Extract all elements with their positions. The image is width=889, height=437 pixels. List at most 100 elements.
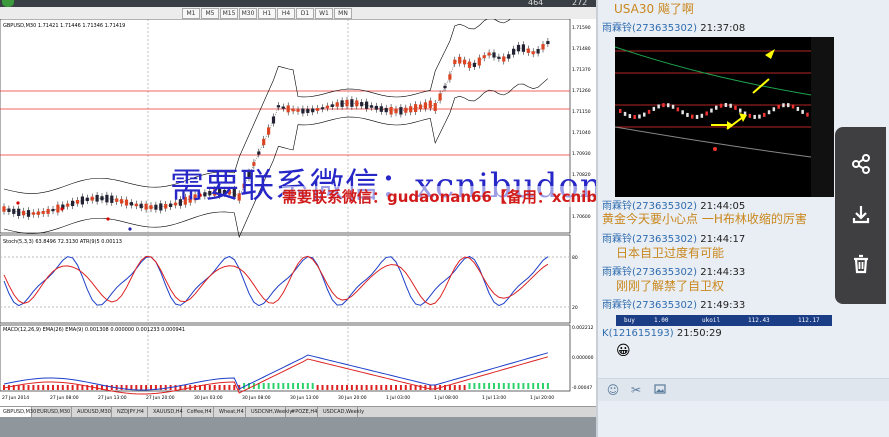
macd-histogram-bar: [326, 385, 329, 390]
price-axis-label: 1.70600: [572, 214, 591, 220]
candle-body: [360, 102, 364, 107]
thumb-candle: [671, 104, 675, 109]
macd-histogram-bar: [218, 385, 221, 390]
sender-link[interactable]: 雨霖铃: [602, 23, 632, 34]
timeframe-button-h4[interactable]: H4: [277, 8, 295, 19]
macd-histogram-bar: [419, 385, 422, 390]
share-icon[interactable]: [848, 153, 873, 178]
message-time: 21:50:29: [676, 328, 722, 339]
macd-histogram-bar: [262, 383, 265, 389]
macd-histogram-bar: [135, 385, 138, 390]
image-icon[interactable]: [653, 383, 667, 397]
thumb-candle: [638, 114, 641, 119]
chart-canvas: GBPUSD,M30 1.71421 1.71446 1.71346 1.714…: [0, 6, 594, 401]
timeframe-button-mn[interactable]: MN: [334, 8, 352, 19]
candle-body: [443, 85, 447, 89]
thumb-candle: [710, 108, 713, 113]
macd-histogram-bar: [297, 383, 299, 389]
price-panel-header: GBPUSD,M30 1.71421 1.71446 1.71346 1.714…: [3, 23, 125, 29]
thumb-candle: [719, 103, 723, 108]
candle-body: [51, 208, 55, 212]
candle-body: [477, 57, 481, 66]
thumb-candle: [748, 113, 752, 118]
time-axis-label: 1 Jul 13:00: [482, 395, 506, 401]
chart-tab[interactable]: USDCAD,Weekly: [320, 407, 364, 417]
macd-histogram-bar: [316, 385, 319, 390]
timeframe-button-h1[interactable]: H1: [258, 8, 276, 19]
qq-link[interactable]: 273635302: [636, 23, 693, 34]
shared-chart-image[interactable]: [614, 37, 834, 197]
candle-body: [394, 108, 398, 114]
chart-tab[interactable]: NZDJPY,H4: [114, 407, 148, 417]
timeframe-button-m1[interactable]: M1: [182, 8, 200, 19]
qq-link[interactable]: 273635302: [636, 300, 693, 311]
time-axis-label: 1 Jul 03:00: [386, 395, 410, 401]
thumb-candle: [676, 107, 680, 112]
candle-body: [502, 56, 506, 62]
emoji-icon: 😀: [616, 343, 631, 359]
stoch-panel-header: Stoch(5,3,3) 63.8496 72.3130 ATR(9)5 0.0…: [3, 239, 122, 245]
thumb-candle: [791, 104, 795, 109]
macd-histogram-bar: [468, 383, 471, 389]
candle-body: [453, 59, 457, 65]
chart-tab[interactable]: AUDUSD,M30: [74, 407, 112, 417]
chart-tab[interactable]: USDCNH,Weekly: [248, 407, 292, 417]
quote-price-1: 112.43: [748, 317, 770, 324]
scissors-icon[interactable]: ✂: [629, 383, 643, 397]
candle-body: [507, 54, 511, 59]
candle-body: [350, 99, 354, 107]
chart-tab[interactable]: EURUSD,M30: [34, 407, 72, 417]
candle-body: [105, 194, 109, 203]
trading-chart[interactable]: GBPUSD,M30 1.71421 1.71446 1.71346 1.714…: [0, 6, 596, 406]
macd-histogram-bar: [375, 385, 378, 390]
qq-link[interactable]: 273635302: [636, 201, 693, 212]
candle-body: [95, 194, 99, 202]
candle-body: [22, 210, 26, 216]
macd-histogram-bar: [120, 385, 123, 390]
thumb-background: [615, 37, 834, 197]
candle-body: [487, 52, 491, 56]
timeframe-button-d1[interactable]: D1: [296, 8, 314, 19]
sender-link[interactable]: 雨霖铃: [602, 201, 632, 212]
thumb-candle: [715, 105, 718, 110]
sender-link[interactable]: 雨霖铃: [602, 300, 632, 311]
macd-histogram-bar: [203, 385, 206, 390]
quote-symbol: ukoil: [702, 317, 721, 324]
candle-body: [316, 108, 320, 111]
timeframe-button-m15[interactable]: M15: [220, 8, 238, 19]
thumb-candle: [734, 105, 737, 110]
timeframe-button-m30[interactable]: M30: [239, 8, 257, 19]
macd-histogram-bar: [52, 385, 54, 390]
quote-qty: 1.00: [654, 317, 669, 324]
candle-body: [340, 100, 344, 107]
price-axis-label: 1.71370: [572, 67, 591, 73]
smile-icon[interactable]: ☺: [606, 383, 620, 397]
message-time: 21:44:05: [700, 201, 746, 212]
macd-histogram-bar: [365, 385, 368, 390]
candle-body: [526, 48, 530, 53]
candle-body: [384, 107, 388, 113]
timeframe-button-m5[interactable]: M5: [201, 8, 219, 19]
chart-tab[interactable]: XAUUSD,H4: [150, 407, 183, 417]
candle-body: [531, 51, 535, 55]
fractal-dot: [106, 217, 110, 221]
candle-body: [497, 56, 501, 59]
chat-message-5: 刚刚了解禁了自卫权: [616, 279, 725, 293]
macd-histogram-bar: [267, 383, 270, 389]
qq-link[interactable]: 121615193: [612, 328, 669, 339]
quote-label: buy: [624, 317, 635, 324]
candle-body: [75, 199, 80, 204]
chart-tab[interactable]: GBPUSD,M30: [0, 407, 36, 417]
thumbnail-chart: [614, 37, 834, 197]
chart-tab[interactable]: #POZE,H4: [288, 407, 318, 417]
chart-tab[interactable]: Wheat,H4: [216, 407, 246, 417]
candle-body: [301, 108, 305, 114]
price-axis-label: 1.71150: [572, 109, 591, 115]
thumb-candle: [657, 104, 660, 109]
candle-body: [428, 100, 432, 109]
download-icon[interactable]: [848, 203, 873, 228]
chart-tab[interactable]: Coffee,H4: [184, 407, 214, 417]
candle-body: [110, 195, 114, 203]
timeframe-button-w1[interactable]: W1: [315, 8, 333, 19]
trash-icon[interactable]: [848, 253, 873, 278]
